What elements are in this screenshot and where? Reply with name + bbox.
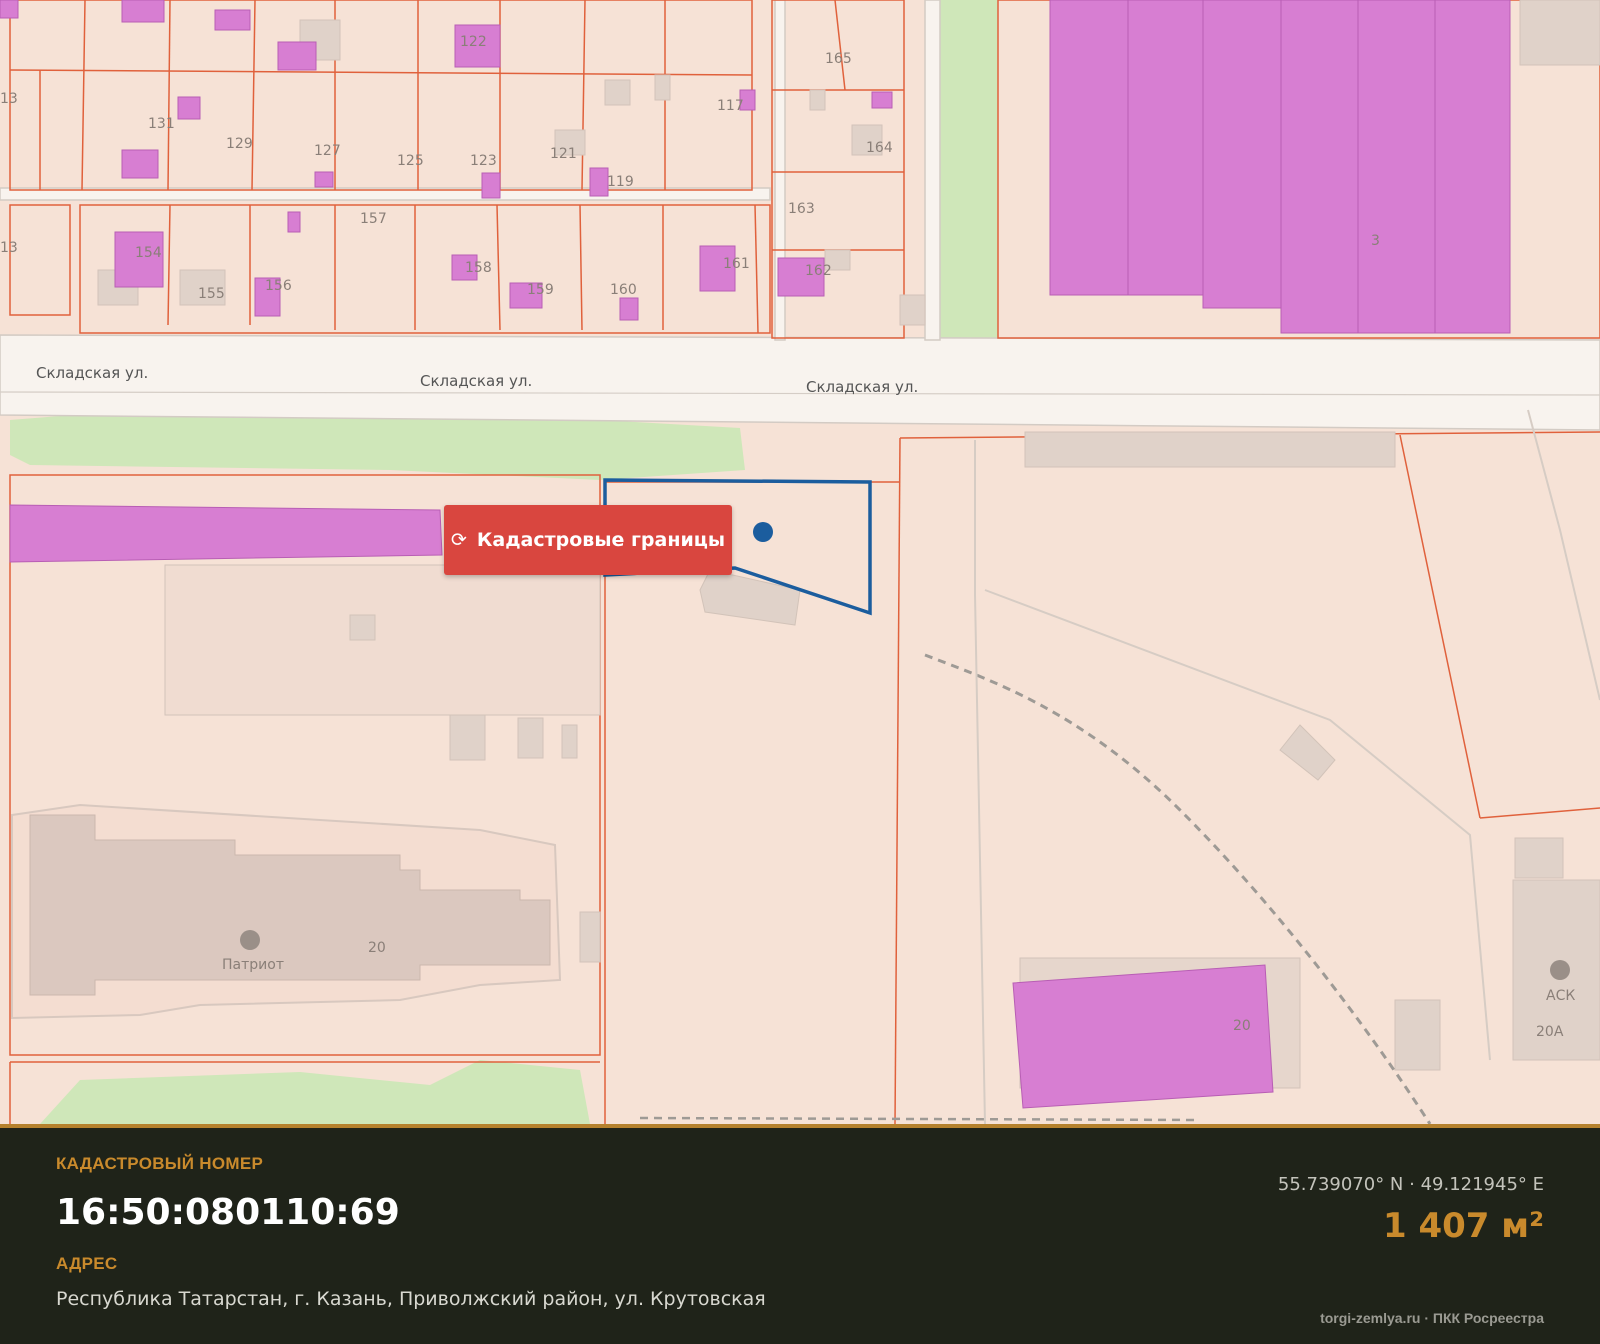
house-number: 3 [1371, 233, 1380, 249]
house-number: 127 [314, 143, 341, 159]
house-number: 157 [360, 211, 387, 227]
house-number: 154 [135, 245, 162, 261]
poi-label: АСК [1546, 988, 1575, 1004]
house-number: 131 [148, 116, 175, 132]
house-number: 117 [717, 98, 744, 114]
cadastral-caption: КАДАСТРОВЫЙ НОМЕР [56, 1154, 264, 1173]
address-text: Республика Татарстан, г. Казань, Приволж… [56, 1288, 766, 1310]
house-number: 13 [0, 240, 18, 256]
cadastral-number: 16:50:080110:69 [56, 1192, 400, 1233]
coordinates: 55.739070° N · 49.121945° E [1277, 1174, 1544, 1195]
house-number: 161 [723, 256, 750, 272]
address-caption: АДРЕС [56, 1254, 118, 1273]
map-canvas: Складская ул. Складская ул. Складская ул… [0, 0, 1600, 1124]
street-label: Складская ул. [420, 372, 532, 390]
house-number: 156 [265, 278, 292, 294]
house-number: 163 [788, 201, 815, 217]
house-number: 20 [368, 940, 386, 956]
house-number: 158 [465, 260, 492, 276]
house-number: 129 [226, 136, 253, 152]
poi-icon [1550, 960, 1570, 980]
house-number: 121 [550, 146, 577, 162]
parcel-area: 1 407 м² [1383, 1206, 1544, 1246]
house-number: 162 [805, 263, 832, 279]
house-number: 122 [460, 34, 487, 50]
cadastral-boundaries-button[interactable]: ⟳ Кадастровые границы [444, 505, 732, 575]
parcel-info-panel: КАДАСТРОВЫЙ НОМЕР 16:50:080110:69 АДРЕС … [0, 1124, 1600, 1344]
house-number: 20А [1536, 1024, 1564, 1040]
house-number: 159 [527, 282, 554, 298]
house-number: 20 [1233, 1018, 1251, 1034]
house-number: 13 [0, 91, 18, 107]
refresh-icon: ⟳ [450, 529, 467, 551]
house-number: 125 [397, 153, 424, 169]
parcel-marker[interactable] [753, 522, 773, 542]
house-number: 160 [610, 282, 637, 298]
cadastral-map[interactable]: Складская ул. Складская ул. Складская ул… [0, 0, 1600, 1124]
house-number: 123 [470, 153, 497, 169]
source-credit: torgi-zemlya.ru · ПКК Росреестра [1320, 1310, 1544, 1326]
sport-icon [240, 930, 260, 950]
house-number: 164 [866, 140, 893, 156]
street-label: Складская ул. [36, 364, 148, 382]
house-number: 119 [607, 174, 634, 190]
poi-label: Патриот [222, 957, 284, 973]
house-number: 155 [198, 286, 225, 302]
house-number: 165 [825, 51, 852, 67]
cadastral-boundaries-label: Кадастровые границы [476, 529, 726, 551]
street-label: Складская ул. [806, 378, 918, 396]
